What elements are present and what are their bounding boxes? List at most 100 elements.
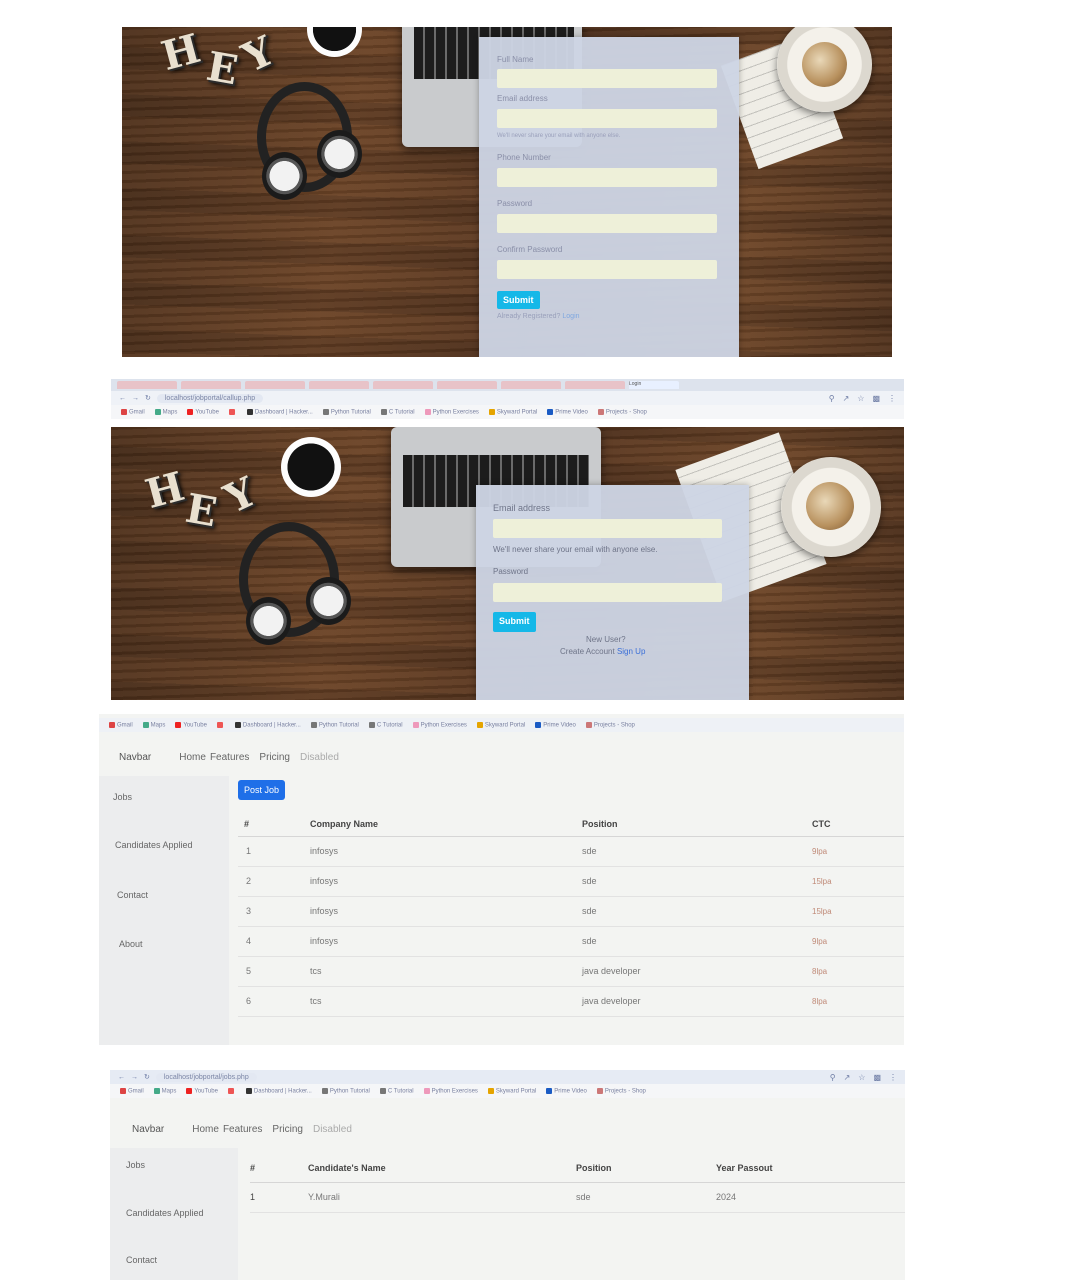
password-input[interactable] (497, 214, 717, 233)
bookmark-exercises[interactable]: Python Exercises (412, 721, 467, 728)
email-input[interactable] (493, 519, 722, 538)
bookmark-c[interactable]: C Tutorial (368, 721, 403, 728)
zoom-icon[interactable]: ⚲ (830, 1073, 836, 1082)
bookmark-exercises[interactable]: Python Exercises (424, 408, 479, 415)
submit-button[interactable]: Submit (493, 612, 536, 632)
forward-icon[interactable]: → (131, 1074, 138, 1081)
sidebar-item-contact[interactable]: Contact (126, 1255, 157, 1265)
bookmark-python[interactable]: Python Tutorial (321, 1087, 370, 1094)
table-row: 1 Y.Murali sde 2024 (250, 1182, 905, 1213)
browser-tab[interactable] (309, 381, 369, 389)
bookmark-prime[interactable]: Prime Video (547, 408, 588, 415)
bookmark-python[interactable]: Python Tutorial (310, 721, 359, 728)
bookmark-maps[interactable]: Maps (154, 408, 177, 415)
full-name-input[interactable] (497, 69, 717, 88)
bookmark-projects[interactable]: Projects - Shop (597, 408, 647, 415)
url-field[interactable]: localhost/jobportal/callup.php (156, 393, 264, 403)
star-icon[interactable]: ☆ (858, 1073, 865, 1082)
browser-tab[interactable] (117, 381, 177, 389)
menu-icon[interactable]: ⋮ (889, 1073, 897, 1082)
password-label: Password (493, 567, 529, 576)
navbar-brand[interactable]: Navbar (132, 1124, 164, 1135)
share-icon[interactable]: ↗ (844, 1073, 851, 1082)
reload-icon[interactable]: ↻ (144, 1073, 150, 1081)
navbar-brand[interactable]: Navbar (119, 752, 151, 763)
back-icon[interactable]: ← (118, 1074, 125, 1081)
forward-icon[interactable]: → (132, 395, 139, 402)
bookmark-blank[interactable] (216, 721, 225, 729)
dollar-icon (476, 721, 483, 728)
sidebar-item-about[interactable]: About (119, 939, 143, 949)
login-link[interactable]: Login (562, 313, 579, 320)
browser-tab[interactable] (501, 381, 561, 389)
sidebar-item-jobs[interactable]: Jobs (126, 1160, 145, 1170)
col-index: # (250, 1154, 308, 1183)
projects-icon (597, 408, 604, 415)
bookmark-maps[interactable]: Maps (142, 721, 165, 728)
bookmark-projects[interactable]: Projects - Shop (596, 1087, 646, 1094)
email-input[interactable] (497, 109, 717, 128)
bookmark-youtube[interactable]: YouTube (175, 721, 207, 728)
back-icon[interactable]: ← (119, 395, 126, 402)
url-field[interactable]: localhost/jobportal/jobs.php (155, 1072, 257, 1082)
bookmark-maps[interactable]: Maps (153, 1087, 176, 1094)
nav-home[interactable]: Home (192, 1124, 219, 1135)
bookmark-skyward[interactable]: Skyward Portal (487, 1087, 536, 1094)
cell-position: java developer (582, 956, 812, 987)
phone-input[interactable] (497, 168, 717, 187)
nav-features[interactable]: Features (210, 752, 249, 763)
bookmark-skyward[interactable]: Skyward Portal (488, 408, 537, 415)
nav-home[interactable]: Home (179, 752, 206, 763)
bookmark-youtube[interactable]: YouTube (187, 408, 219, 415)
bookmark-gmail[interactable]: Gmail (109, 721, 133, 728)
browser-tab[interactable] (437, 381, 497, 389)
bookmark-blank[interactable] (228, 408, 237, 416)
bookmark-projects[interactable]: Projects - Shop (585, 721, 635, 728)
bookmark-python[interactable]: Python Tutorial (322, 408, 371, 415)
bookmark-prime[interactable]: Prime Video (546, 1087, 587, 1094)
signup-link[interactable]: Sign Up (617, 647, 645, 656)
share-icon[interactable]: ↗ (843, 394, 850, 403)
bookmark-youtube[interactable]: YouTube (186, 1087, 218, 1094)
bookmark-blank[interactable] (227, 1087, 236, 1095)
sidebar-item-contact[interactable]: Contact (117, 890, 148, 900)
nav-pricing[interactable]: Pricing (272, 1124, 303, 1135)
browser-tab[interactable] (373, 381, 433, 389)
zoom-icon[interactable]: ⚲ (829, 394, 835, 403)
confirm-password-input[interactable] (497, 260, 717, 279)
sidebar-item-candidates[interactable]: Candidates Applied (115, 840, 193, 850)
browser-tab-bar: Login (111, 379, 904, 391)
bookmark-label: Python Exercises (431, 1088, 478, 1095)
sidebar-item-candidates[interactable]: Candidates Applied (126, 1208, 204, 1218)
bookmark-dashboard[interactable]: Dashboard | Hacker... (234, 721, 301, 728)
bookmark-exercises[interactable]: Python Exercises (423, 1087, 478, 1095)
browser-tab-active[interactable]: Login (629, 381, 679, 389)
cell-company: infosys (310, 866, 582, 897)
sidebar-item-jobs[interactable]: Jobs (113, 792, 132, 802)
bookmark-c[interactable]: C Tutorial (379, 1087, 414, 1094)
reload-icon[interactable]: ↻ (145, 394, 151, 402)
bookmark-dashboard[interactable]: Dashboard | Hacker... (245, 1087, 312, 1094)
browser-tab[interactable] (181, 381, 241, 389)
cell-ctc: 9lpa (812, 926, 904, 957)
cell-position: sde (582, 836, 812, 867)
bookmark-gmail[interactable]: Gmail (120, 1087, 144, 1094)
extensions-icon[interactable]: ▩ (872, 394, 880, 403)
bookmark-prime[interactable]: Prime Video (535, 721, 576, 728)
bookmark-gmail[interactable]: Gmail (121, 408, 145, 415)
browser-tab[interactable] (565, 381, 625, 389)
browser-tab[interactable] (245, 381, 305, 389)
password-input[interactable] (493, 583, 722, 602)
navbar: Navbar Home Features Pricing Disabled (99, 752, 904, 763)
nav-features[interactable]: Features (223, 1124, 262, 1135)
bookmark-dashboard[interactable]: Dashboard | Hacker... (246, 408, 313, 415)
menu-icon[interactable]: ⋮ (888, 394, 896, 403)
bookmark-skyward[interactable]: Skyward Portal (476, 721, 525, 728)
exercise-icon (423, 1087, 430, 1094)
extensions-icon[interactable]: ▩ (873, 1073, 881, 1082)
bookmark-c[interactable]: C Tutorial (380, 408, 415, 415)
post-job-button[interactable]: Post Job (238, 780, 286, 800)
nav-pricing[interactable]: Pricing (259, 752, 290, 763)
submit-button[interactable]: Submit (497, 291, 540, 309)
star-icon[interactable]: ☆ (857, 394, 864, 403)
